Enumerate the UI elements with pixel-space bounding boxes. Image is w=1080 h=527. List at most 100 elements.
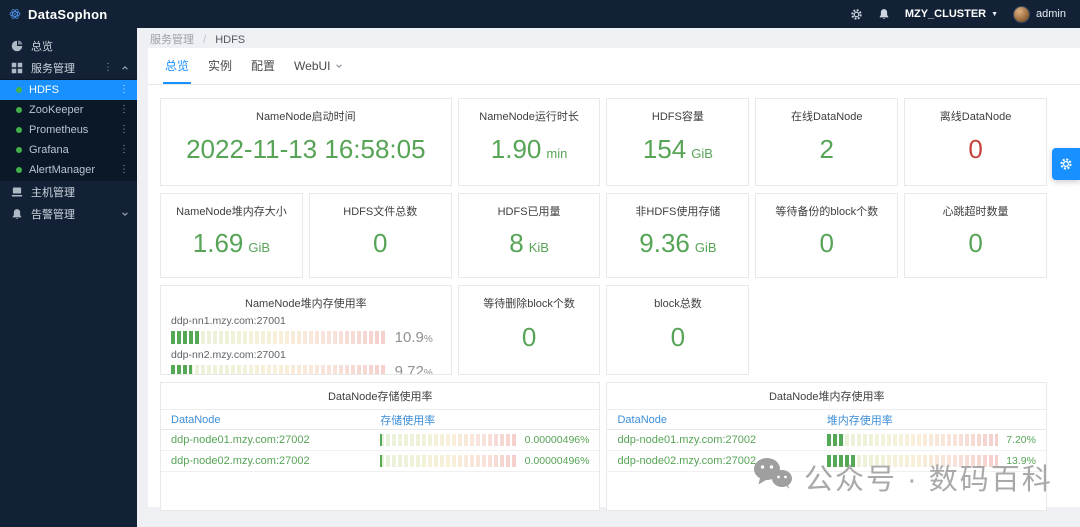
service-label: Grafana (29, 144, 69, 156)
more-icon[interactable]: ⋮ (119, 145, 129, 155)
sidebar-item-host-mgmt[interactable]: 主机管理 (0, 181, 137, 203)
more-icon[interactable]: ⋮ (119, 105, 129, 115)
value-text: 9.36 (639, 227, 690, 258)
service-label: HDFS (29, 84, 59, 96)
metric-value: 8 KiB (509, 219, 549, 277)
value-text: 10.9 (394, 329, 424, 346)
more-icon[interactable]: ⋮ (119, 85, 129, 95)
metric-value: 0 (820, 219, 834, 277)
metric-value: 1.90 min (491, 124, 568, 185)
metric-title: NameNode启动时间 (256, 111, 356, 123)
more-icon[interactable]: ⋮ (103, 63, 113, 73)
tab-label: 配置 (251, 59, 276, 73)
metric-card: HDFS容量 154 GiB (606, 98, 750, 186)
sidebar-item-label: 服务管理 (31, 63, 75, 75)
value-unit: GiB (691, 146, 713, 161)
gauge-body: ddp-nn1.mzy.com:27001 10.9% ddp-nn2.mzy.co… (161, 311, 451, 374)
dashboard-icon (11, 40, 23, 52)
settings-icon[interactable] (850, 8, 863, 21)
usage-value: 13.9% (1006, 455, 1036, 467)
sidebar-item-zookeeper[interactable]: ZooKeeper ⋮ (0, 100, 137, 120)
value-unit: KiB (528, 239, 549, 255)
tab-label: WebUI (294, 58, 331, 73)
user-menu[interactable]: admin (1013, 5, 1066, 23)
datanode-table: DataNode存储使用率 DataNode 存储使用率 ddp-node01.mzy… (160, 382, 601, 511)
sidebar-item-grafana[interactable]: Grafana ⋮ (0, 140, 137, 160)
metric-title: HDFS容量 (651, 111, 704, 123)
metric-title: NameNode堆内存大小 (176, 206, 287, 218)
table-title: DataNode堆内存使用率 (607, 388, 1046, 410)
value-text: 2 (819, 134, 834, 164)
metric-card: NameNode堆内存大小 1.69 GiB (160, 193, 303, 278)
table-title: DataNode存储使用率 (161, 388, 600, 410)
cluster-selector[interactable]: MZY_CLUSTER ▼ (905, 8, 998, 20)
avatar (1013, 5, 1031, 23)
metric-card: 等待备份的block个数 0 (755, 193, 899, 278)
usage-cell: 0.00000496% (380, 434, 589, 446)
theme-settings-button[interactable] (1052, 148, 1080, 180)
tab-label: 总览 (165, 59, 190, 73)
gauge-host-label: ddp-nn2.mzy.com:27001 (171, 349, 286, 361)
tab-配置[interactable]: 配置 (249, 55, 277, 84)
usage-bar (171, 365, 386, 374)
sidebar-item-alert-mgmt[interactable]: 告警管理 (0, 203, 137, 225)
alert-bell-icon[interactable] (878, 8, 890, 20)
usage-bar (380, 455, 517, 467)
metric-card: NameNode启动时间 2022-11-13 16:58:05 (160, 98, 452, 186)
namenode-heap-gauge-panel: NameNode堆内存使用率 ddp-nn1.mzy.com:27001 10.9%… (160, 285, 452, 375)
datanode-name: ddp-node01.mzy.com:27002 (617, 434, 757, 446)
tab-总览[interactable]: 总览 (163, 55, 192, 84)
tab-实例[interactable]: 实例 (206, 55, 234, 84)
metric-value: 0 (671, 311, 685, 374)
bar-stripes (826, 455, 999, 467)
more-icon[interactable]: ⋮ (119, 165, 129, 175)
value-text: 8 (509, 227, 524, 258)
status-dot (16, 127, 22, 133)
sidebar-item-hdfs[interactable]: HDFS ⋮ (0, 80, 137, 100)
bar-stripes (380, 434, 517, 446)
top-navbar: DataSophon MZY_CLUSTER ▼ admin (0, 0, 1080, 28)
usage-value: 7.20% (1006, 434, 1036, 446)
value-unit: GiB (248, 239, 271, 255)
column-header: 存储使用率 (380, 414, 436, 427)
usage-value: 0.00000496% (524, 434, 590, 446)
breadcrumb-parent[interactable]: 服务管理 (150, 34, 194, 46)
usage-cell: 0.00000496% (380, 455, 589, 467)
sidebar-item-overview[interactable]: 总览 (0, 35, 137, 57)
username: admin (1036, 8, 1066, 20)
sidebar-item-label: 告警管理 (31, 209, 75, 221)
content-panel: 总览 实例 配置 WebUI NameNode启动时间 2022-11-13 16:58… (148, 48, 1080, 511)
brand[interactable]: DataSophon (0, 5, 108, 23)
service-submenu: HDFS ⋮ ZooKeeper ⋮ Prometheus ⋮ Grafana ⋮ AlertM… (0, 79, 137, 181)
app-title: DataSophon (28, 6, 108, 22)
sidebar-item-label: 主机管理 (31, 187, 75, 199)
datanode-name: ddp-node02.mzy.com:27002 (171, 455, 310, 467)
datanode-name: ddp-node02.mzy.com:27002 (617, 455, 757, 467)
panel-title: NameNode堆内存使用率 (245, 298, 367, 310)
host-icon (11, 186, 23, 198)
more-icon[interactable]: ⋮ (119, 125, 129, 135)
value-text: 0 (670, 322, 686, 352)
chevron-up-icon[interactable] (121, 64, 129, 72)
metric-title: HDFS文件总数 (343, 206, 418, 218)
column-header: 堆内存使用率 (826, 414, 893, 427)
status-dot (16, 87, 22, 93)
metric-value: 9.36 GiB (639, 219, 716, 277)
sidebar-item-service-mgmt[interactable]: 服务管理 ⋮ (0, 57, 137, 79)
tab-WebUI[interactable]: WebUI (292, 55, 344, 84)
metric-card: 离线DataNode 0 (904, 98, 1047, 186)
value-text: 2022-11-13 16:58:05 (186, 134, 426, 164)
metric-card: NameNode运行时长 1.90 min (457, 98, 601, 186)
metric-card: block总数 0 (606, 285, 750, 375)
metric-title: NameNode运行时长 (479, 111, 579, 123)
chevron-down-icon: ▼ (991, 10, 999, 18)
metric-title: 等待删除block个数 (483, 298, 575, 310)
table-row: ddp-node01.mzy.com:27002 0.00000496% (161, 430, 600, 451)
sidebar-item-prometheus[interactable]: Prometheus ⋮ (0, 120, 137, 140)
value-text: 154 (642, 134, 687, 164)
metric-card: 心跳超时数量 0 (904, 193, 1047, 278)
metric-card: 非HDFS使用存储 9.36 GiB (606, 193, 750, 278)
gauge-host-label: ddp-nn1.mzy.com:27001 (171, 315, 286, 327)
metric-value: 0 (968, 124, 982, 185)
sidebar-item-alertmanager[interactable]: AlertManager ⋮ (0, 160, 137, 180)
